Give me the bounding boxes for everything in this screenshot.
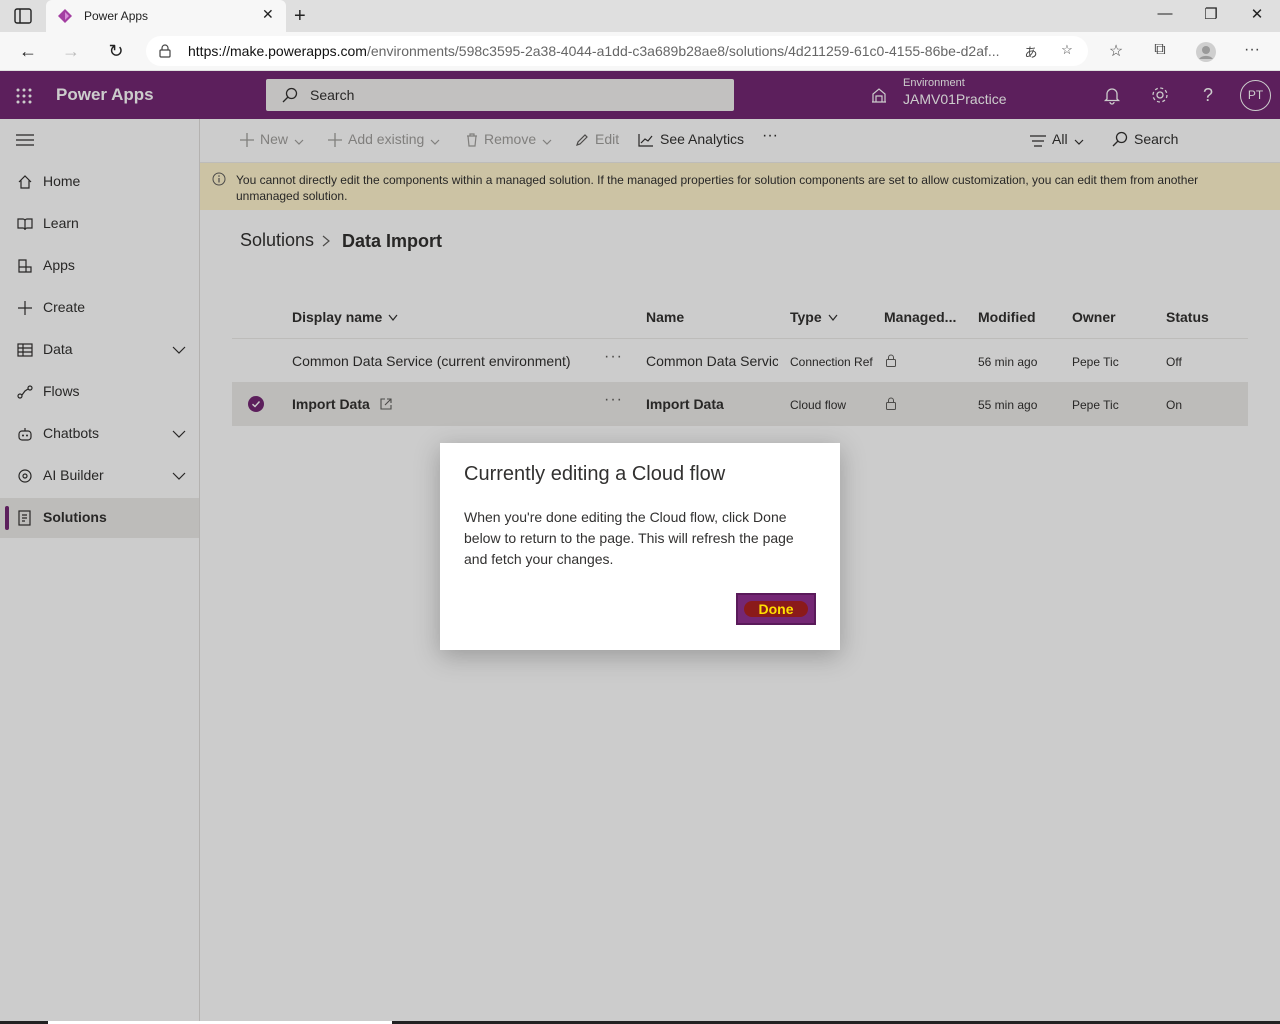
tab-actions-icon[interactable] [14,8,32,24]
power-apps-logo-icon [58,9,72,23]
address-bar[interactable]: https://make.powerapps.com/environments/… [146,36,1088,66]
browser-toolbar: ← → ↻ https://make.powerapps.com/environ… [0,32,1280,71]
back-icon[interactable]: ← [17,41,39,63]
restore-icon[interactable]: ❐ [1196,5,1226,25]
close-window-icon[interactable]: ✕ [1242,5,1272,25]
collections-icon[interactable]: ⧉ [1149,41,1171,63]
browser-tab[interactable]: Power Apps ✕ [46,0,286,32]
editing-cloud-flow-dialog: Currently editing a Cloud flow When you'… [440,443,840,650]
settings-more-icon[interactable]: ··· [1241,41,1263,63]
new-tab-icon[interactable]: + [294,6,306,26]
browser-tab-bar: Power Apps ✕ + — ❐ ✕ [0,0,1280,32]
tab-title: Power Apps [84,9,149,23]
forward-icon[interactable]: → [60,41,82,63]
done-button[interactable]: Done [736,593,816,625]
close-tab-icon[interactable]: ✕ [262,7,276,21]
dialog-body: When you're done editing the Cloud flow,… [464,509,794,567]
url-text[interactable]: https://make.powerapps.com/environments/… [188,43,1008,59]
favorites-icon[interactable]: ☆ [1105,41,1127,63]
read-aloud-icon[interactable]: あ [1022,42,1040,60]
lock-icon[interactable] [158,44,172,58]
minimize-icon[interactable]: — [1150,5,1180,25]
dialog-title: Currently editing a Cloud flow [464,463,726,485]
add-favorite-icon[interactable]: ☆ [1058,42,1076,60]
url-host: https://make.powerapps.com [188,43,367,59]
refresh-icon[interactable]: ↻ [105,41,127,63]
profile-icon[interactable] [1195,41,1217,63]
done-label: Done [758,601,794,617]
url-path: /environments/598c3595-2a38-4044-a1dd-c3… [366,43,1000,59]
